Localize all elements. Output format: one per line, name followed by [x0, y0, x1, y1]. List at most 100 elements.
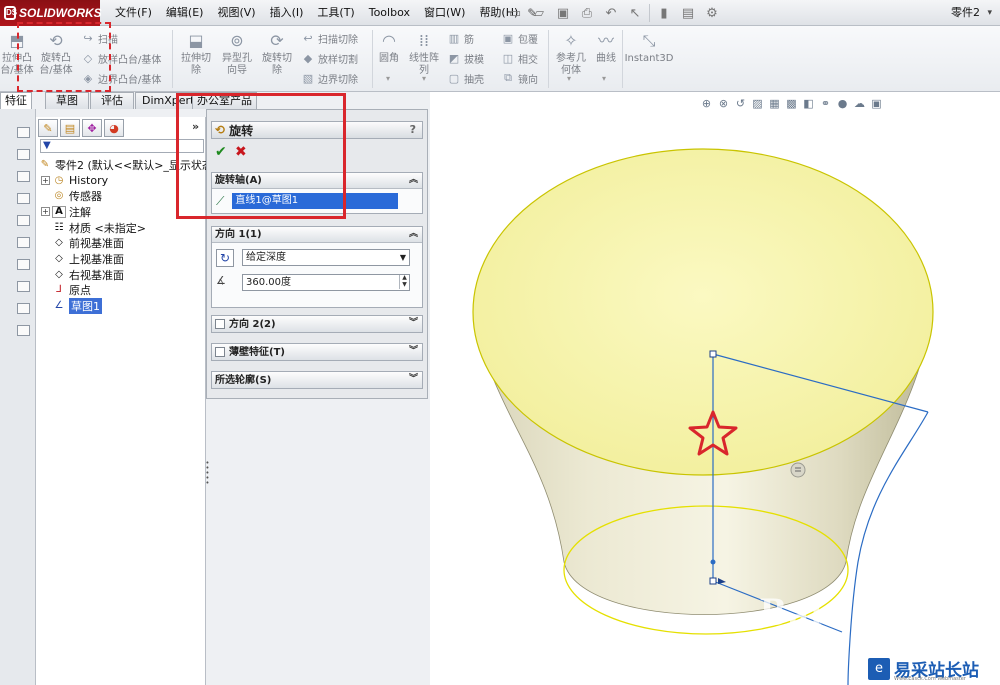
strip-tool-icon[interactable]	[17, 149, 30, 160]
tree-item-sensors[interactable]: ◎ 传感器	[41, 188, 102, 203]
swept-cut-button[interactable]: ↩ 扫描切除	[300, 30, 358, 46]
draft-label: 拔模	[464, 54, 484, 66]
tree-item-annotations[interactable]: + A 注解	[41, 204, 91, 219]
strip-tool-icon[interactable]	[17, 171, 30, 182]
curves-button[interactable]: 〰 曲线	[592, 30, 620, 65]
linear-pattern-button[interactable]: ⁞⁞ 线性阵 列	[404, 30, 444, 77]
title-bar: DS SOLIDWORKS 文件(F) 编辑(E) 视图(V) 插入(I) 工具…	[0, 0, 1000, 26]
draft-button[interactable]: ◩ 拔模	[446, 50, 484, 66]
rib-button[interactable]: ▥ 筋	[446, 30, 474, 46]
print-icon[interactable]: ⎙	[577, 3, 597, 23]
tree-item-top-plane[interactable]: ◇ 上视基准面	[41, 251, 124, 266]
strip-tool-icon[interactable]	[17, 237, 30, 248]
panel-splitter-grip[interactable]: • • • • •	[205, 460, 210, 491]
menu-window[interactable]: 窗口(W)	[417, 0, 472, 26]
direction1-group-header[interactable]: 方向 1(1) ︽	[212, 227, 422, 243]
lofted-cut-button[interactable]: ◆ 放样切割	[300, 50, 358, 66]
wrap-label: 包覆	[518, 34, 538, 46]
pattern-dropdown-icon[interactable]: ▾	[422, 74, 426, 83]
strip-tool-icon[interactable]	[17, 215, 30, 226]
selected-contours-group[interactable]: 所选轮廓(S) ︾	[211, 371, 423, 389]
menu-toolbox[interactable]: Toolbox	[362, 0, 417, 26]
strip-tool-icon[interactable]	[17, 303, 30, 314]
strip-tool-icon[interactable]	[17, 127, 30, 138]
tree-item-front-plane[interactable]: ◇ 前视基准面	[41, 235, 124, 250]
tab-features[interactable]: 特征	[0, 92, 32, 109]
sketch-point-top[interactable]	[709, 350, 717, 358]
help-icon[interactable]: ?	[410, 123, 416, 136]
property-manager-tab-icon[interactable]: ▤	[60, 119, 80, 137]
tree-item-sketch1[interactable]: ∠ 草图1	[41, 297, 102, 314]
highlight-box-revolve-panel	[176, 93, 346, 219]
fillet-button[interactable]: ◠ 圆角	[376, 30, 402, 65]
menu-edit[interactable]: 编辑(E)	[159, 0, 211, 26]
end-condition-select[interactable]: 给定深度 ▼	[242, 249, 410, 266]
tree-item-right-plane[interactable]: ◇ 右视基准面	[41, 267, 124, 282]
strip-tool-icon[interactable]	[17, 325, 30, 336]
menu-view[interactable]: 视图(V)	[210, 0, 262, 26]
ref-geometry-dropdown-icon[interactable]: ▾	[567, 74, 571, 83]
file-properties-icon[interactable]: ▤	[678, 3, 698, 23]
wrap-button[interactable]: ▣ 包覆	[500, 30, 538, 46]
tree-item-label: 材质 <未指定>	[69, 221, 146, 235]
collapse-chevron-icon[interactable]: ︽	[409, 173, 418, 188]
undo-icon[interactable]: ↶	[601, 3, 621, 23]
revolved-part-model[interactable]	[430, 92, 1000, 685]
expand-icon[interactable]: +	[41, 176, 50, 185]
menu-file[interactable]: 文件(F)	[108, 0, 159, 26]
thin-feature-group-header[interactable]: 薄壁特征(T) ︾	[212, 344, 422, 360]
direction2-checkbox[interactable]	[215, 319, 225, 329]
save-icon[interactable]: ▣	[553, 3, 573, 23]
brand-name: SOLIDWORKS	[19, 6, 102, 20]
tab-evaluate[interactable]: 评估	[90, 92, 134, 109]
thin-feature-checkbox[interactable]	[215, 347, 225, 357]
menu-insert[interactable]: 插入(I)	[263, 0, 311, 26]
expand-icon[interactable]: +	[41, 207, 50, 216]
expand-chevron-icon[interactable]: ︾	[409, 344, 418, 359]
curves-dropdown-icon[interactable]: ▾	[602, 74, 606, 83]
fillet-dropdown-icon[interactable]: ▾	[386, 74, 390, 83]
sketch-point-bottom[interactable]	[709, 577, 717, 585]
hole-wizard-button[interactable]: ⊚ 异型孔 向导	[218, 30, 256, 77]
tree-item-label: 原点	[69, 283, 91, 297]
strip-tool-icon[interactable]	[17, 259, 30, 270]
rebuild-icon[interactable]: ▮	[654, 3, 674, 23]
expand-chevron-icon[interactable]: ︾	[409, 372, 418, 387]
model-bottom-highlight	[560, 602, 700, 662]
extrude-cut-button[interactable]: ⬓ 拉伸切 除	[178, 30, 214, 77]
angle-input[interactable]: 360.00度 ▲ ▼	[242, 274, 410, 291]
intersect-button[interactable]: ◫ 相交	[500, 50, 538, 66]
strip-tool-icon[interactable]	[17, 193, 30, 204]
direction2-group-header[interactable]: 方向 2(2) ︾	[212, 316, 422, 332]
direction2-group[interactable]: 方向 2(2) ︾	[211, 315, 423, 333]
reference-geometry-button[interactable]: ✧ 参考几 何体	[552, 30, 590, 77]
mirror-button[interactable]: ⧉ 镜向	[500, 70, 538, 86]
tree-item-material[interactable]: ☷ 材质 <未指定>	[41, 220, 146, 235]
expand-chevron-icon[interactable]: ︾	[409, 316, 418, 331]
strip-tool-icon[interactable]	[17, 281, 30, 292]
new-document-icon[interactable]: ▭	[505, 3, 525, 23]
selected-contours-group-header[interactable]: 所选轮廓(S) ︾	[212, 372, 422, 388]
feature-tree-tab-icon[interactable]: ✎	[38, 119, 58, 137]
mirror-icon: ⧉	[504, 71, 512, 84]
tree-item-origin[interactable]: ⅃ 原点	[41, 282, 91, 297]
instant3d-button[interactable]: ⤡ Instant3D	[625, 30, 674, 65]
tree-item-history[interactable]: + ◷ History	[41, 173, 108, 188]
boundary-cut-button[interactable]: ▧ 边界切除	[300, 70, 358, 86]
shell-button[interactable]: ▢ 抽壳	[446, 70, 484, 86]
thin-feature-group[interactable]: 薄壁特征(T) ︾	[211, 343, 423, 361]
display-manager-tab-icon[interactable]: ◕	[104, 119, 124, 137]
options-icon[interactable]: ⚙	[702, 3, 722, 23]
tab-sketch[interactable]: 草图	[45, 92, 89, 109]
spin-down-icon[interactable]: ▼	[399, 282, 409, 289]
document-title: 零件2	[951, 6, 980, 19]
configuration-tab-icon[interactable]: ✥	[82, 119, 102, 137]
document-menu-arrow-icon[interactable]: ▾	[987, 0, 992, 26]
revolve-cut-button[interactable]: ⟳ 旋转切 除	[258, 30, 296, 77]
select-icon[interactable]: ↖	[625, 3, 645, 23]
open-document-icon[interactable]: ▱	[529, 3, 549, 23]
menu-tools[interactable]: 工具(T)	[310, 0, 361, 26]
collapse-chevron-icon[interactable]: ︽	[409, 227, 418, 242]
tree-item-label: 草图1	[69, 297, 102, 314]
reverse-direction-icon[interactable]: ↻	[216, 249, 234, 267]
